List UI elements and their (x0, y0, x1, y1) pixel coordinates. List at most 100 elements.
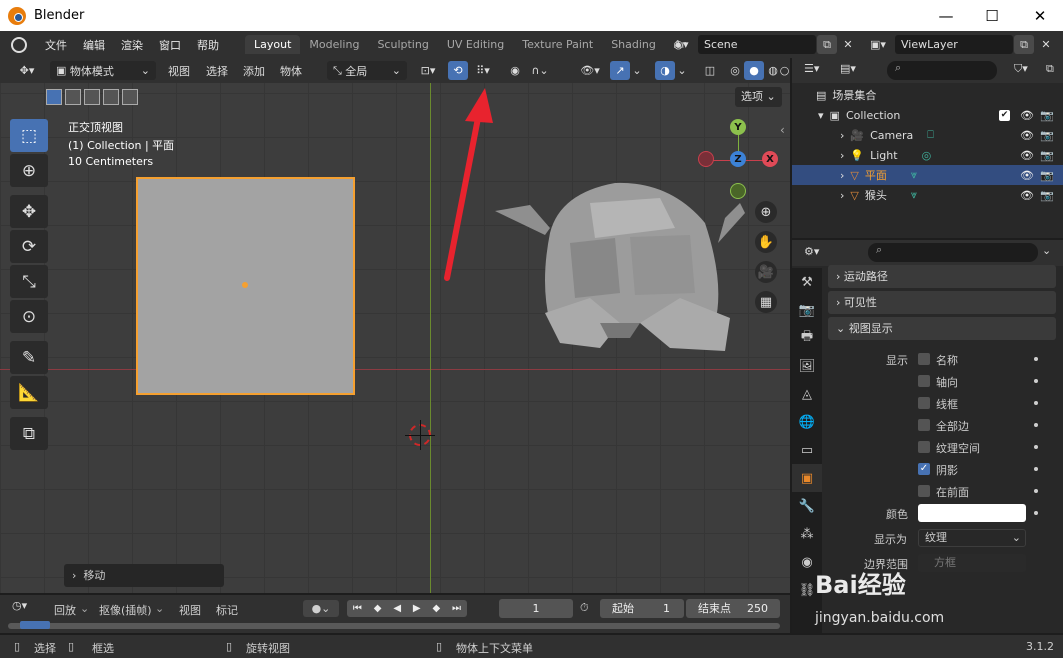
monkey-object[interactable] (490, 173, 750, 373)
current-frame-field[interactable]: 1 (499, 599, 573, 618)
display-mode-icon[interactable]: ▤▾ (840, 62, 856, 75)
select-invert-icon[interactable] (103, 89, 119, 105)
proportional-edit-icon[interactable]: ◉ (505, 61, 525, 80)
panel-viewport-display[interactable]: ⌄ 视图显示 (828, 317, 1056, 340)
playback-menu[interactable]: 回放 (54, 602, 76, 618)
chevron-down-icon[interactable]: ⌄ (1042, 244, 1051, 257)
camera-view-icon[interactable]: 🎥 (755, 261, 777, 283)
mesh-data-icon[interactable]: ⩔ (911, 188, 917, 202)
collection-tab-icon[interactable]: ▭ (792, 436, 822, 464)
bounds-dropdown[interactable]: 方框 (918, 554, 1026, 572)
checkbox-in-front[interactable] (918, 485, 930, 497)
last-operator-panel[interactable]: › 移动 (64, 564, 224, 587)
collection-checkbox[interactable]: ✔ (999, 109, 1010, 121)
solid-shading-icon[interactable]: ● (744, 61, 764, 80)
render-tab-icon[interactable]: 📷 (792, 296, 822, 324)
chevron-down-icon[interactable]: ⌄ (675, 61, 689, 80)
add-cube-tool-icon[interactable]: ⧉ (10, 417, 48, 450)
chevron-right-icon[interactable]: › (840, 149, 844, 162)
menu-file[interactable]: 文件 (37, 37, 75, 53)
timeline-marker-menu[interactable]: 标记 (216, 602, 238, 618)
maximize-button[interactable]: ☐ (969, 0, 1015, 31)
tab-texture-paint[interactable]: Texture Paint (513, 35, 602, 54)
pan-hand-icon[interactable]: ✋ (755, 231, 777, 253)
menu-window[interactable]: 窗口 (151, 37, 189, 53)
viewlayer-name-field[interactable]: ViewLayer (895, 35, 1013, 54)
3d-viewport[interactable]: 选项 ⌄ 正交顶视图 (1) Collection | 平面 10 Centim… (0, 83, 790, 593)
output-tab-icon[interactable]: 🖶 (792, 324, 822, 352)
close-button[interactable]: ✕ (1017, 0, 1063, 31)
3d-cursor-icon[interactable] (405, 420, 435, 450)
properties-search-input[interactable]: ⌕ (868, 243, 1038, 262)
timeline-view-menu[interactable]: 视图 (179, 602, 201, 618)
eye-icon[interactable]: 👁 (1020, 149, 1034, 162)
play-reverse-icon[interactable]: ◀ (393, 603, 401, 614)
annotate-tool-icon[interactable]: ✎ (10, 341, 48, 374)
gizmo-neg-x-axis[interactable] (698, 151, 714, 167)
editor-type-icon[interactable]: ✥▾ (12, 61, 42, 80)
outliner-scene-collection[interactable]: ▤ 场景集合 (792, 85, 1063, 105)
wireframe-shading-icon[interactable]: ◎ (725, 61, 745, 80)
pivot-point-icon[interactable]: ⊡▾ (415, 61, 441, 80)
menu-object[interactable]: 物体 (280, 61, 302, 80)
outliner-item-plane[interactable]: › ▽ 平面 ⩔ 👁 📷 (792, 165, 1063, 185)
viewlayer-copy-icon[interactable]: ⧉ (1014, 35, 1034, 54)
scene-copy-icon[interactable]: ⧉ (817, 35, 837, 54)
chevron-right-icon[interactable]: › (840, 129, 844, 142)
view-layer-tab-icon[interactable]: 🖼 (792, 352, 822, 380)
viewlayer-selector-icon[interactable]: ▣▾ (864, 35, 892, 54)
prev-keyframe-icon[interactable]: ◆ (374, 603, 382, 614)
light-data-icon[interactable]: ◎ (922, 149, 932, 162)
tool-tab-icon[interactable]: ⚒ (792, 268, 822, 296)
mesh-data-icon[interactable]: ⩔ (911, 168, 917, 182)
chevron-right-icon[interactable]: › (840, 189, 844, 202)
gizmo-z-axis[interactable]: Z (730, 151, 746, 167)
blender-menu-icon[interactable] (11, 36, 27, 53)
render-camera-icon[interactable]: 📷 (1040, 109, 1054, 122)
next-keyframe-icon[interactable]: ◆ (432, 603, 440, 614)
gizmo-x-axis[interactable]: X (762, 151, 778, 167)
gizmo-y-axis[interactable]: Y (730, 119, 746, 135)
properties-editor-icon[interactable]: ⚙▾ (804, 245, 819, 258)
eye-icon[interactable]: 👁 (1020, 189, 1034, 202)
mode-dropdown[interactable]: ▣ 物体模式 ⌄ (50, 61, 156, 80)
checkbox-all-edges[interactable] (918, 419, 930, 431)
rotate-tool-icon[interactable]: ⟳ (10, 230, 48, 263)
end-frame-field[interactable]: 结束点 250 (686, 599, 780, 618)
keyframe-dot-icon[interactable] (1034, 379, 1038, 383)
outliner-item-camera[interactable]: › 🎥 Camera ⎕ 👁 📷 (792, 125, 1063, 145)
scene-name-field[interactable]: Scene (698, 35, 816, 54)
cursor-tool-icon[interactable]: ⊕ (10, 154, 48, 187)
keyframe-dot-icon[interactable] (1034, 467, 1038, 471)
transform-orientation-dropdown[interactable]: ⤡ 全局 ⌄ (327, 61, 407, 80)
menu-add[interactable]: 添加 (243, 61, 265, 80)
modifier-tab-icon[interactable]: 🔧 (792, 492, 822, 520)
visibility-icon[interactable]: 👁▾ (575, 61, 605, 80)
checkbox-shadow[interactable]: ✓ (918, 463, 930, 475)
menu-view[interactable]: 视图 (168, 61, 190, 80)
snap-to-grid-icon[interactable]: ⠿▾ (469, 61, 497, 80)
render-camera-icon[interactable]: 📷 (1040, 189, 1054, 202)
measure-tool-icon[interactable]: 📐 (10, 376, 48, 409)
particles-tab-icon[interactable]: ⁂ (792, 520, 822, 548)
select-new-icon[interactable] (46, 89, 62, 105)
chevron-right-icon[interactable]: › (840, 169, 844, 182)
scene-tab-icon[interactable]: ◬ (792, 380, 822, 408)
timeline-editor-icon[interactable]: ◷▾ (12, 599, 27, 612)
keyframe-dot-icon[interactable] (1034, 401, 1038, 405)
new-collection-icon[interactable]: ⧉ (1046, 62, 1054, 76)
menu-help[interactable]: 帮助 (189, 37, 227, 53)
keying-menu[interactable]: 抠像(插帧) (99, 602, 152, 618)
filter-icon[interactable]: ⛉▾ (1014, 62, 1028, 76)
checkbox-name[interactable] (918, 353, 930, 365)
keyframe-dot-icon[interactable] (1034, 511, 1038, 515)
tab-shading[interactable]: Shading (602, 35, 665, 54)
scale-tool-icon[interactable]: ⤡ (10, 265, 48, 298)
start-frame-field[interactable]: 起始 1 (600, 599, 684, 618)
snap-toggle-icon[interactable]: ⟲ (448, 61, 468, 80)
outliner-item-light[interactable]: › 💡 Light ◎ 👁 📷 (792, 145, 1063, 165)
render-camera-icon[interactable]: 📷 (1040, 149, 1054, 162)
options-dropdown[interactable]: 选项 ⌄ (735, 87, 782, 107)
record-icon[interactable]: ●⌄ (303, 600, 339, 617)
keyframe-dot-icon[interactable] (1034, 489, 1038, 493)
